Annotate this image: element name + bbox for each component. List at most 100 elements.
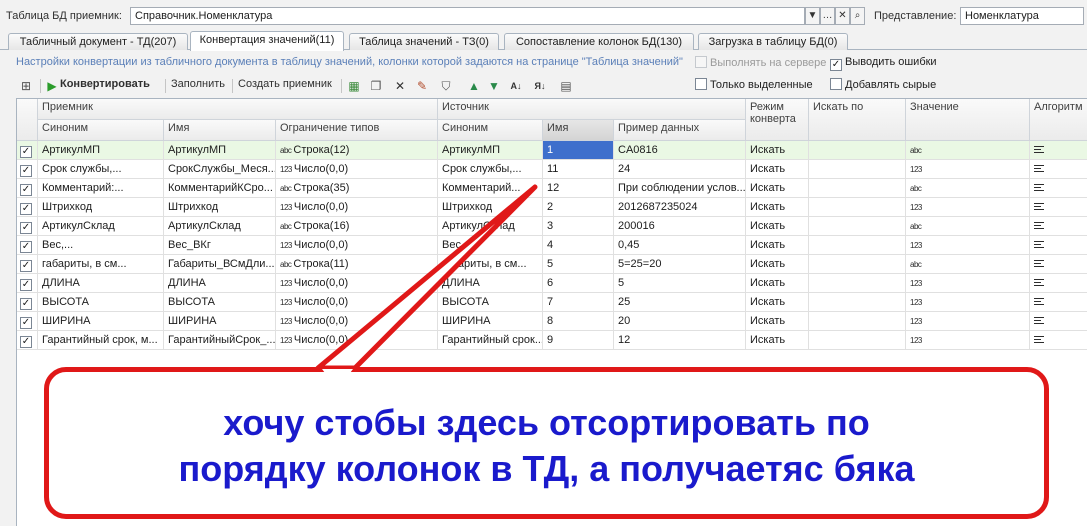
play-icon[interactable]: ▶ bbox=[44, 78, 60, 94]
cell-synonym[interactable]: Комментарий:... bbox=[38, 179, 164, 198]
cell-algorithm[interactable] bbox=[1030, 217, 1087, 236]
run-on-server-option[interactable]: Выполнять на сервере bbox=[695, 56, 826, 69]
cell-synonym[interactable]: Штрихкод bbox=[38, 198, 164, 217]
algorithm-icon[interactable] bbox=[1034, 201, 1044, 212]
view-field[interactable]: Номенклатура bbox=[960, 7, 1084, 25]
cell-search-by[interactable] bbox=[809, 274, 906, 293]
cell-type-limit[interactable]: 123 Число(0,0) bbox=[276, 293, 438, 312]
cell-example-data[interactable]: 20 bbox=[614, 312, 746, 331]
cell-algorithm[interactable] bbox=[1030, 160, 1087, 179]
row-checkbox[interactable]: ✓ bbox=[20, 317, 32, 329]
ellipsis-button[interactable]: … bbox=[820, 7, 835, 25]
cell-value[interactable]: 123 bbox=[906, 198, 1030, 217]
row-checkbox[interactable]: ✓ bbox=[20, 146, 32, 158]
edit-icon[interactable]: ✎ bbox=[414, 78, 430, 94]
run-on-server-checkbox[interactable] bbox=[695, 56, 707, 68]
cell-example-data[interactable]: 2012687235024 bbox=[614, 198, 746, 217]
header-name[interactable]: Имя bbox=[164, 120, 276, 141]
row-checkbox[interactable]: ✓ bbox=[20, 241, 32, 253]
algorithm-icon[interactable] bbox=[1034, 144, 1044, 155]
add-row-icon[interactable]: ▦ bbox=[346, 78, 362, 94]
selected-only-option[interactable]: Только выделенные bbox=[695, 78, 813, 91]
delete-icon[interactable]: ✕ bbox=[392, 78, 408, 94]
cell-name[interactable]: Штрихкод bbox=[164, 198, 276, 217]
header-algorithm[interactable]: Алгоритм bbox=[1030, 99, 1087, 141]
cell-search-by[interactable] bbox=[809, 312, 906, 331]
cell-search-by[interactable] bbox=[809, 217, 906, 236]
cell-conversion-mode[interactable]: Искать bbox=[746, 217, 809, 236]
cell-synonym[interactable]: ВЫСОТА bbox=[38, 293, 164, 312]
cell-algorithm[interactable] bbox=[1030, 198, 1087, 217]
cell-name[interactable]: Габариты_ВСмДли... bbox=[164, 255, 276, 274]
row-checkbox-cell[interactable]: ✓ bbox=[17, 217, 38, 236]
algorithm-icon[interactable] bbox=[1034, 277, 1044, 288]
cell-example-data[interactable]: 5=25=20 bbox=[614, 255, 746, 274]
header-type-limit[interactable]: Ограничение типов bbox=[276, 120, 438, 141]
cell-source-synonym[interactable]: Срок службы,... bbox=[438, 160, 543, 179]
cell-source-synonym[interactable]: ДЛИНА bbox=[438, 274, 543, 293]
cell-name[interactable]: АртикулМП bbox=[164, 141, 276, 160]
show-errors-option[interactable]: ✓ Выводить ошибки bbox=[830, 56, 937, 71]
convert-button[interactable]: Конвертировать bbox=[60, 78, 150, 90]
cell-name[interactable]: ДЛИНА bbox=[164, 274, 276, 293]
header-source[interactable]: Источник bbox=[438, 99, 746, 120]
cell-algorithm[interactable] bbox=[1030, 255, 1087, 274]
cell-algorithm[interactable] bbox=[1030, 179, 1087, 198]
row-checkbox-cell[interactable]: ✓ bbox=[17, 312, 38, 331]
cell-example-data[interactable]: При соблюдении услов... bbox=[614, 179, 746, 198]
algorithm-icon[interactable] bbox=[1034, 239, 1044, 250]
cell-algorithm[interactable] bbox=[1030, 236, 1087, 255]
header-receiver[interactable]: Приемник bbox=[38, 99, 438, 120]
row-checkbox[interactable]: ✓ bbox=[20, 279, 32, 291]
clear-icon[interactable]: ✕ bbox=[835, 7, 850, 25]
cell-source-synonym[interactable]: габариты, в см... bbox=[438, 255, 543, 274]
cell-type-limit[interactable]: abc Строка(16) bbox=[276, 217, 438, 236]
cell-source-name[interactable]: 1 bbox=[543, 141, 614, 160]
cell-search-by[interactable] bbox=[809, 160, 906, 179]
cell-synonym[interactable]: ШИРИНА bbox=[38, 312, 164, 331]
cell-synonym[interactable]: АртикулМП bbox=[38, 141, 164, 160]
cell-synonym[interactable]: Гарантийный срок, м... bbox=[38, 331, 164, 350]
algorithm-icon[interactable] bbox=[1034, 163, 1044, 174]
header-search-by[interactable]: Искать по bbox=[809, 99, 906, 141]
cell-type-limit[interactable]: 123 Число(0,0) bbox=[276, 312, 438, 331]
cell-type-limit[interactable]: 123 Число(0,0) bbox=[276, 331, 438, 350]
row-checkbox-cell[interactable]: ✓ bbox=[17, 179, 38, 198]
header-conversion-mode[interactable]: Режим конверта bbox=[746, 99, 809, 141]
cell-name[interactable]: СрокСлужбы_Меся... bbox=[164, 160, 276, 179]
cell-type-limit[interactable]: abc Строка(35) bbox=[276, 179, 438, 198]
row-checkbox[interactable]: ✓ bbox=[20, 165, 32, 177]
cell-value[interactable]: abc bbox=[906, 179, 1030, 198]
cell-source-name[interactable]: 6 bbox=[543, 274, 614, 293]
cell-source-synonym[interactable]: Гарантийный срок... bbox=[438, 331, 543, 350]
row-checkbox-cell[interactable]: ✓ bbox=[17, 141, 38, 160]
cell-search-by[interactable] bbox=[809, 198, 906, 217]
cell-example-data[interactable]: 5 bbox=[614, 274, 746, 293]
cell-value[interactable]: 123 bbox=[906, 331, 1030, 350]
cell-source-synonym[interactable]: Вес,... bbox=[438, 236, 543, 255]
cell-type-limit[interactable]: 123 Число(0,0) bbox=[276, 198, 438, 217]
algorithm-icon[interactable] bbox=[1034, 220, 1044, 231]
row-checkbox-cell[interactable]: ✓ bbox=[17, 331, 38, 350]
header-synonym[interactable]: Синоним bbox=[38, 120, 164, 141]
row-checkbox[interactable]: ✓ bbox=[20, 336, 32, 348]
cell-type-limit[interactable]: abc Строка(11) bbox=[276, 255, 438, 274]
cell-name[interactable]: ШИРИНА bbox=[164, 312, 276, 331]
cell-name[interactable]: ВЫСОТА bbox=[164, 293, 276, 312]
algorithm-icon[interactable] bbox=[1034, 315, 1044, 326]
cell-conversion-mode[interactable]: Искать bbox=[746, 141, 809, 160]
row-checkbox[interactable]: ✓ bbox=[20, 184, 32, 196]
cell-source-name[interactable]: 11 bbox=[543, 160, 614, 179]
cell-type-limit[interactable]: 123 Число(0,0) bbox=[276, 274, 438, 293]
cell-example-data[interactable]: 25 bbox=[614, 293, 746, 312]
cell-value[interactable]: abc bbox=[906, 217, 1030, 236]
row-checkbox[interactable]: ✓ bbox=[20, 203, 32, 215]
tab-db-load[interactable]: Загрузка в таблицу БД(0) bbox=[698, 33, 848, 50]
cell-algorithm[interactable] bbox=[1030, 293, 1087, 312]
cell-source-synonym[interactable]: Штрихкод bbox=[438, 198, 543, 217]
cell-source-name[interactable]: 5 bbox=[543, 255, 614, 274]
sort-descending-icon[interactable]: Я↓ bbox=[532, 78, 548, 94]
header-example-data[interactable]: Пример данных bbox=[614, 120, 746, 141]
row-checkbox-cell[interactable]: ✓ bbox=[17, 236, 38, 255]
cell-value[interactable]: abc bbox=[906, 141, 1030, 160]
